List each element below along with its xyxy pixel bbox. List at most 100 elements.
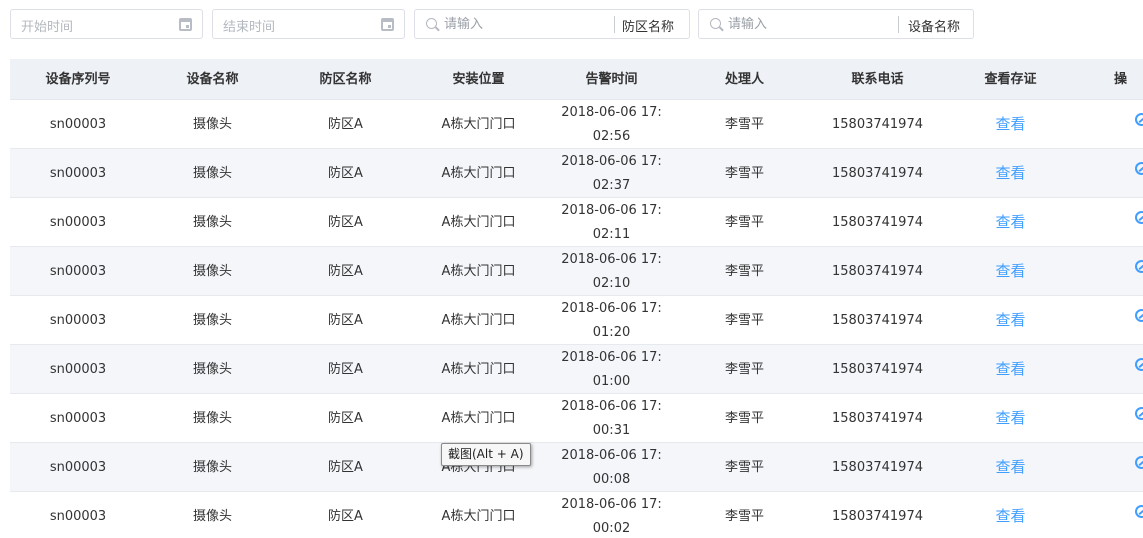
alarm-time-clock: 02:37 — [592, 178, 631, 193]
header-view-evidence: 查看存证 — [984, 72, 1037, 87]
cell-location: A栋大门门口 — [441, 411, 516, 426]
header-zone-name: 防区名称 — [319, 72, 372, 87]
view-evidence-link[interactable]: 查看 — [944, 149, 1077, 198]
device-search-group: 设备名称 — [698, 9, 974, 39]
cell-location: A栋大门门口 — [441, 215, 516, 230]
eye-off-icon[interactable] — [1135, 407, 1143, 420]
cell-zone-name: 防区A — [328, 411, 363, 426]
cell-zone-name: 防区A — [328, 215, 363, 230]
alarm-time-date: 2018-06-06 17: — [561, 105, 662, 120]
calendar-icon — [179, 18, 192, 31]
screenshot-tooltip: 截图(Alt + A) — [441, 443, 531, 466]
divider — [898, 16, 899, 33]
cell-zone-name: 防区A — [328, 509, 363, 524]
eye-off-icon[interactable] — [1135, 211, 1143, 224]
eye-off-icon[interactable] — [1135, 309, 1143, 322]
alarm-time-date: 2018-06-06 17: — [561, 448, 662, 463]
search-icon — [710, 18, 721, 29]
start-date-picker[interactable]: 开始时间 — [10, 9, 203, 39]
cell-serial: sn00003 — [49, 117, 107, 132]
cell-serial: sn00003 — [49, 313, 107, 328]
table-row: sn00003 摄像头 防区A A栋大门门口 2018-06-06 17: 00:31 李雪… — [10, 394, 1143, 443]
header-device-name: 设备名称 — [186, 72, 239, 87]
table-row: sn00003 摄像头 防区A A栋大门门口 2018-06-06 17: 01:20 李雪… — [10, 296, 1143, 345]
table-body: sn00003 摄像头 防区A A栋大门门口 2018-06-06 17: 02:56 李雪… — [10, 100, 1143, 538]
cell-device-name: 摄像头 — [192, 460, 232, 475]
alarm-time-date: 2018-06-06 17: — [561, 252, 662, 267]
cell-location: A栋大门门口 — [441, 362, 516, 377]
alarm-time-clock: 00:02 — [592, 521, 631, 536]
end-date-placeholder: 结束时间 — [223, 20, 276, 35]
cell-serial: sn00003 — [49, 460, 107, 475]
start-date-placeholder: 开始时间 — [21, 20, 74, 35]
cell-handler: 李雪平 — [724, 411, 764, 426]
cell-zone-name: 防区A — [328, 117, 363, 132]
cell-alarm-time: 2018-06-06 17: 02:10 — [545, 247, 678, 296]
table-header: 设备序列号 设备名称 防区名称 安装位置 告警时间 处理人 联系电话 查看存证 … — [10, 59, 1143, 100]
cell-serial: sn00003 — [49, 509, 107, 524]
device-search-input[interactable] — [728, 16, 888, 33]
eye-off-icon[interactable] — [1135, 456, 1143, 469]
cell-zone-name: 防区A — [328, 460, 363, 475]
table-row: sn00003 摄像头 防区A A栋大门门口 2018-06-06 17: 02:10 李雪… — [10, 247, 1143, 296]
divider — [614, 16, 615, 33]
alarm-time-date: 2018-06-06 17: — [561, 154, 662, 169]
cell-handler: 李雪平 — [724, 460, 764, 475]
end-date-picker[interactable]: 结束时间 — [212, 9, 405, 39]
cell-handler: 李雪平 — [724, 509, 764, 524]
header-location: 安装位置 — [452, 72, 505, 87]
cell-handler: 李雪平 — [724, 264, 764, 279]
cell-zone-name: 防区A — [328, 362, 363, 377]
eye-off-icon[interactable] — [1135, 260, 1143, 273]
cell-device-name: 摄像头 — [192, 411, 232, 426]
cell-device-name: 摄像头 — [192, 362, 232, 377]
alarm-time-date: 2018-06-06 17: — [561, 301, 662, 316]
alarm-time-clock: 02:11 — [592, 227, 631, 242]
alarm-time-date: 2018-06-06 17: — [561, 497, 662, 512]
eye-off-icon[interactable] — [1135, 358, 1143, 371]
view-evidence-link[interactable]: 查看 — [944, 296, 1077, 345]
table-row: sn00003 摄像头 防区A A栋大门门口 2018-06-06 17: 01:00 李雪… — [10, 345, 1143, 394]
cell-zone-name: 防区A — [328, 313, 363, 328]
eye-off-icon[interactable] — [1135, 505, 1143, 518]
cell-location: A栋大门门口 — [441, 166, 516, 181]
cell-zone-name: 防区A — [328, 264, 363, 279]
eye-off-icon[interactable] — [1135, 162, 1143, 175]
cell-alarm-time: 2018-06-06 17: 01:20 — [545, 296, 678, 345]
cell-phone: 15803741974 — [832, 215, 923, 230]
cell-alarm-time: 2018-06-06 17: 02:56 — [545, 100, 678, 149]
cell-handler: 李雪平 — [724, 215, 764, 230]
cell-phone: 15803741974 — [832, 313, 923, 328]
view-evidence-link[interactable]: 查看 — [944, 247, 1077, 296]
view-evidence-link[interactable]: 查看 — [944, 443, 1077, 492]
cell-device-name: 摄像头 — [192, 264, 232, 279]
cell-zone-name: 防区A — [328, 166, 363, 181]
filter-bar: 开始时间 结束时间 防区名称 设备名称 — [0, 0, 1143, 48]
cell-device-name: 摄像头 — [192, 117, 232, 132]
view-evidence-link[interactable]: 查看 — [944, 198, 1077, 247]
header-operation: 操 — [1114, 72, 1128, 87]
header-phone: 联系电话 — [851, 72, 904, 87]
eye-off-icon[interactable] — [1135, 113, 1143, 126]
alarm-table: 设备序列号 设备名称 防区名称 安装位置 告警时间 处理人 联系电话 查看存证 … — [10, 59, 1143, 538]
cell-alarm-time: 2018-06-06 17: 00:08 — [545, 443, 678, 492]
alarm-time-date: 2018-06-06 17: — [561, 203, 662, 218]
alarm-time-clock: 01:20 — [592, 325, 631, 340]
view-evidence-link[interactable]: 查看 — [944, 100, 1077, 149]
table-row: sn00003 摄像头 防区A A栋大门门口 2018-06-06 17: 02:37 李雪… — [10, 149, 1143, 198]
cell-serial: sn00003 — [49, 166, 107, 181]
view-evidence-link[interactable]: 查看 — [944, 345, 1077, 394]
cell-serial: sn00003 — [49, 215, 107, 230]
cell-alarm-time: 2018-06-06 17: 00:02 — [545, 492, 678, 538]
cell-alarm-time: 2018-06-06 17: 00:31 — [545, 394, 678, 443]
cell-location: A栋大门门口 — [441, 264, 516, 279]
alarm-time-clock: 02:10 — [592, 276, 631, 291]
view-evidence-link[interactable]: 查看 — [944, 394, 1077, 443]
cell-handler: 李雪平 — [724, 117, 764, 132]
cell-phone: 15803741974 — [832, 509, 923, 524]
cell-location: A栋大门门口 — [441, 313, 516, 328]
view-evidence-link[interactable]: 查看 — [944, 492, 1077, 538]
zone-search-input[interactable] — [444, 16, 604, 33]
cell-device-name: 摄像头 — [192, 215, 232, 230]
cell-phone: 15803741974 — [832, 460, 923, 475]
